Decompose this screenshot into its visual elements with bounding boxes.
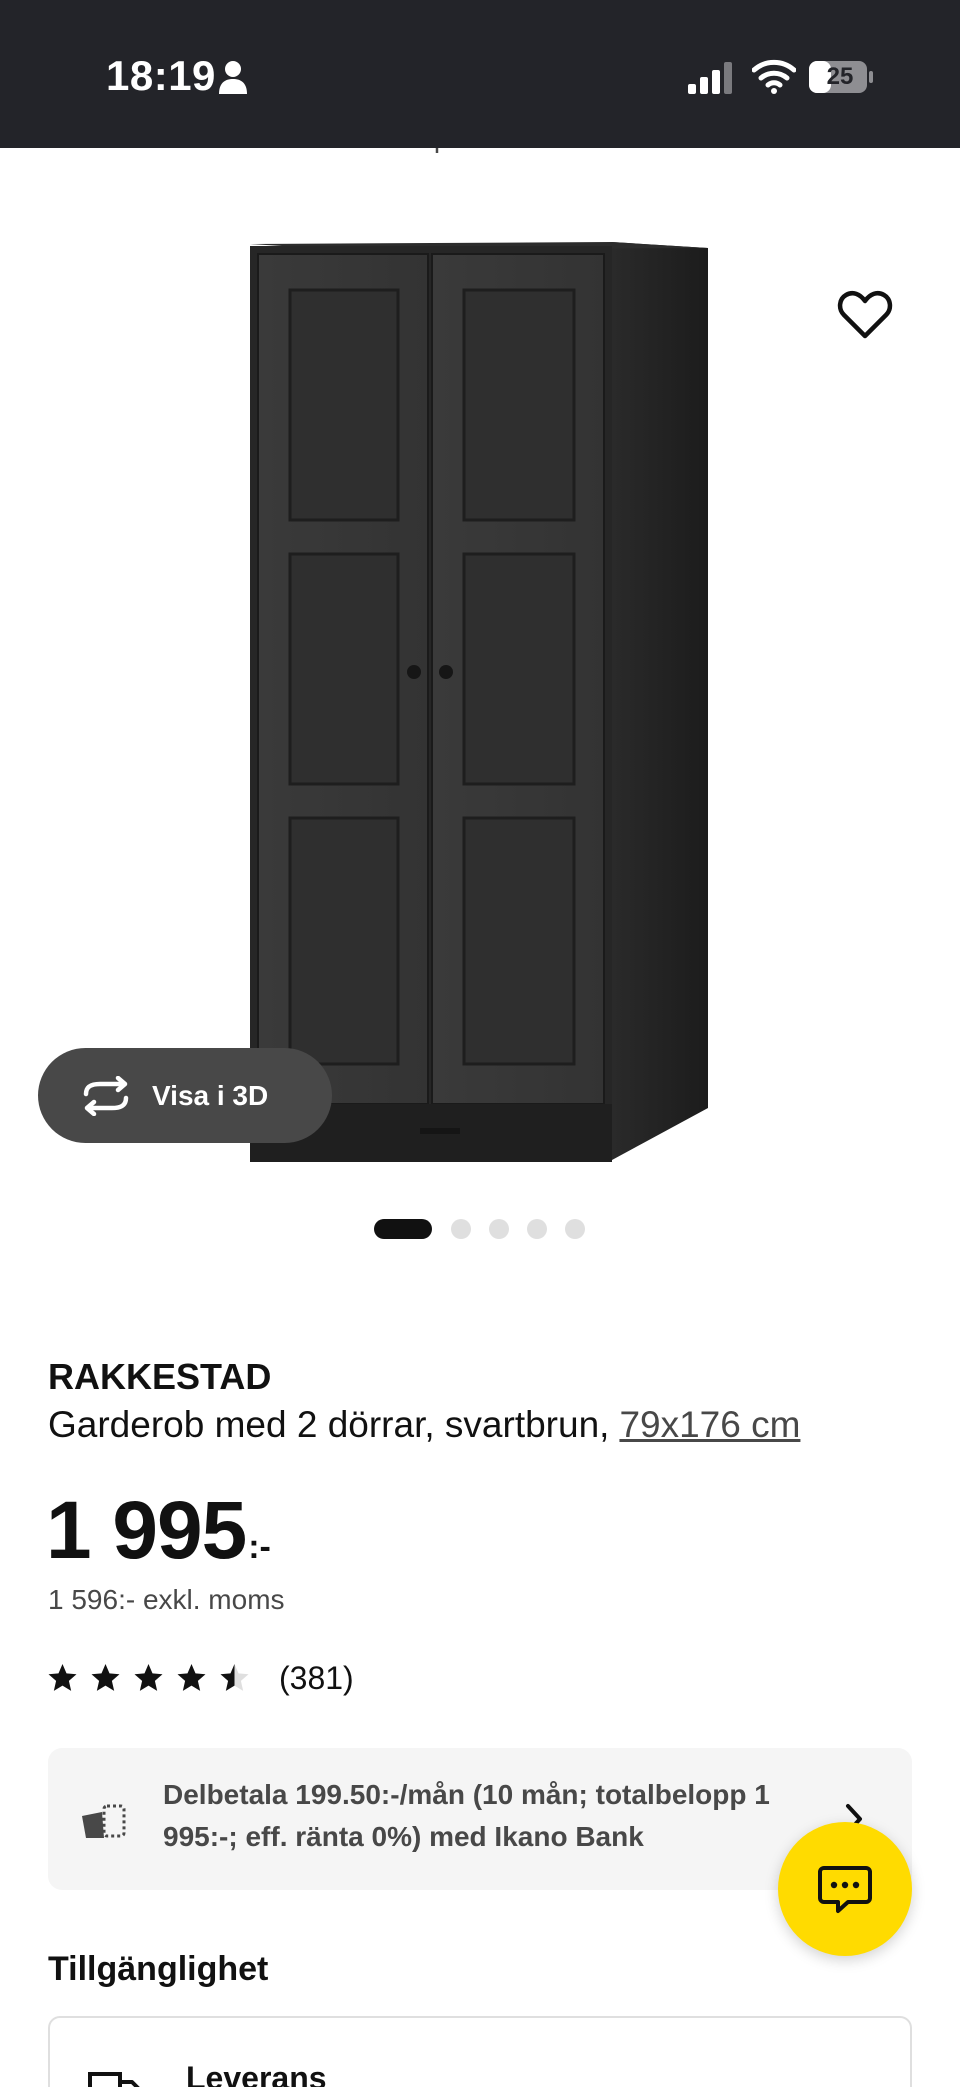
- person-icon: [219, 61, 247, 94]
- truck-icon: [88, 2072, 140, 2087]
- status-bar: 18:19 25: [0, 0, 960, 148]
- wifi-icon: [752, 59, 796, 94]
- carousel-indicator: [0, 1219, 960, 1239]
- availability-title: Tillgänglighet: [48, 1950, 269, 1988]
- view-3d-button[interactable]: Visa i 3D: [38, 1048, 332, 1143]
- carousel-dot[interactable]: [489, 1219, 509, 1239]
- product-name: RAKKESTAD: [48, 1356, 272, 1397]
- half-star-icon: [220, 1664, 249, 1691]
- status-time: 18:19: [106, 52, 216, 99]
- star-icon: [48, 1664, 77, 1691]
- price-excl-vat: 1 596:- exkl. moms: [48, 1584, 285, 1615]
- price-amount: 1 995: [46, 1485, 247, 1576]
- star-icon: [134, 1664, 163, 1691]
- rating[interactable]: (381): [46, 1658, 354, 1698]
- carousel-dot[interactable]: [527, 1219, 547, 1239]
- carousel-dot[interactable]: [565, 1219, 585, 1239]
- view-3d-label: Visa i 3D: [152, 1079, 269, 1111]
- product-description: Garderob med 2 dörrar, svartbrun, 79x176 …: [48, 1404, 800, 1446]
- delivery-option[interactable]: Leverans: [48, 2016, 912, 2087]
- favorite-heart-icon[interactable]: [836, 286, 894, 344]
- star-icon: [91, 1664, 120, 1691]
- signal-icon: [688, 62, 732, 94]
- wardrobe-image: [250, 242, 708, 1162]
- battery-level: 25: [826, 63, 854, 90]
- carousel-dot-active[interactable]: [374, 1219, 432, 1239]
- product-dimensions-link[interactable]: 79x176 cm: [619, 1404, 800, 1445]
- rotate-3d-icon: [83, 1075, 129, 1116]
- chat-button[interactable]: [778, 1822, 912, 1956]
- chat-icon: [818, 1866, 872, 1913]
- installment-icon: [82, 1804, 126, 1838]
- rating-count: (381): [279, 1659, 354, 1696]
- product-description-text: Garderob med 2 dörrar, svartbrun,: [48, 1404, 610, 1445]
- price: 1 995:-: [46, 1484, 271, 1578]
- financing-text: Delbetala 199.50:-/mån (10 mån; totalbel…: [163, 1779, 770, 1852]
- star-icon: [177, 1664, 206, 1691]
- carousel-dot[interactable]: [451, 1219, 471, 1239]
- price-suffix: :-: [248, 1528, 271, 1566]
- product-image[interactable]: [0, 160, 960, 1190]
- delivery-label: Leverans: [186, 2060, 327, 2087]
